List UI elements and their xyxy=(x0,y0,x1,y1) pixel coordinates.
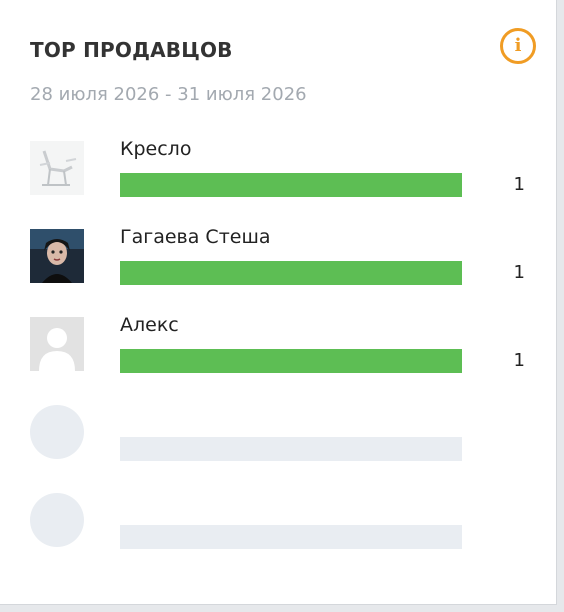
placeholder-bar xyxy=(120,525,462,549)
seller-count: 1 xyxy=(513,262,525,283)
seller-bar-track xyxy=(120,173,462,197)
seller-bar-track xyxy=(120,261,462,285)
placeholder-bar xyxy=(120,437,462,461)
seller-name[interactable]: Алекс xyxy=(120,312,179,338)
placeholder-avatar xyxy=(30,493,84,547)
seller-row: Кресло 1 xyxy=(0,138,557,201)
seller-bar-track xyxy=(120,349,462,373)
seller-row: Алекс 1 xyxy=(0,314,557,377)
seller-count: 1 xyxy=(513,174,525,195)
seller-bar-fill xyxy=(120,261,462,285)
seller-count: 1 xyxy=(513,350,525,371)
info-icon[interactable]: i xyxy=(500,28,536,64)
widget-title: TOP ПРОДАВЦОВ xyxy=(30,38,233,62)
default-user-avatar-icon xyxy=(30,317,84,371)
seller-name[interactable]: Кресло xyxy=(120,136,191,162)
placeholder-row xyxy=(0,405,557,465)
seller-name[interactable]: Гагаева Стеша xyxy=(120,224,270,250)
top-sellers-widget: TOP ПРОДАВЦОВ i 28 июля 2026 - 31 июля 2… xyxy=(0,0,557,605)
seller-bar-fill xyxy=(120,349,462,373)
seller-bar-fill xyxy=(120,173,462,197)
date-range: 28 июля 2026 - 31 июля 2026 xyxy=(30,84,307,105)
person-avatar xyxy=(30,229,84,283)
seller-row: Гагаева Стеша 1 xyxy=(0,226,557,289)
placeholder-avatar xyxy=(30,405,84,459)
chair-avatar xyxy=(30,141,84,195)
placeholder-row xyxy=(0,493,557,553)
